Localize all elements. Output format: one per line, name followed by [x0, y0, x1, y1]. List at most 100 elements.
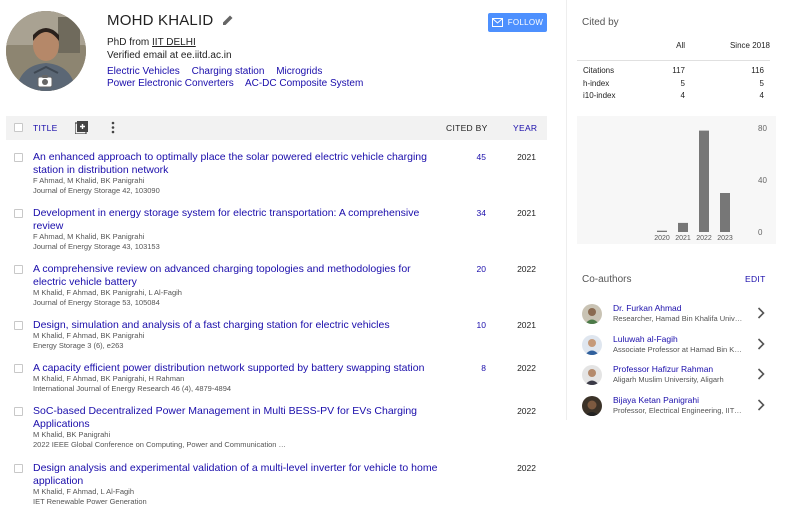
article-year: 2022 [517, 264, 536, 274]
article-authors: F Ahmad, M Khalid, BK Panigrahi [33, 232, 145, 241]
article-title[interactable]: A capacity efficient power distribution … [33, 362, 443, 375]
sort-by-year[interactable]: YEAR [513, 123, 537, 133]
research-interests: Electric Vehicles Charging station Micro… [107, 66, 467, 90]
article-year: 2022 [517, 463, 536, 473]
article-checkbox[interactable] [14, 153, 23, 162]
article-authors: M Khalid, F Ahmad, BK Panigrahi, H Rahma… [33, 374, 185, 383]
coauthor-affiliation: Professor, Electrical Engineering, IIT D… [613, 406, 743, 415]
interest-link[interactable]: Power Electronic Converters [107, 78, 234, 89]
article-authors: M Khalid, BK Panigrahi [33, 430, 111, 439]
cited-by-count[interactable]: 34 [446, 208, 486, 218]
article-title[interactable]: Development in energy storage system for… [33, 207, 443, 232]
coauthor-name: Dr. Furkan Ahmad [613, 303, 682, 313]
sort-by-title[interactable]: TITLE [33, 123, 58, 133]
article-title[interactable]: SoC-based Decentralized Power Management… [33, 405, 443, 430]
coauthor-item[interactable]: Professor Hafizur Rahman Aligarh Muslim … [582, 364, 772, 390]
coauthor-affiliation: Associate Professor at Hamad Bin Khalifa… [613, 345, 743, 354]
article-checkbox[interactable] [14, 464, 23, 473]
camera-icon[interactable] [37, 74, 53, 88]
stat-since: 116 [751, 66, 764, 75]
article-title[interactable]: An enhanced approach to optimally place … [33, 151, 443, 176]
affiliation-prefix: PhD from [107, 37, 153, 48]
affiliation-link[interactable]: IIT DELHI [152, 37, 196, 48]
article-checkbox[interactable] [14, 321, 23, 330]
stats-row-h-index: h-index 5 5 [577, 77, 770, 90]
interest-link[interactable]: Microgrids [276, 66, 322, 77]
article-checkbox[interactable] [14, 209, 23, 218]
coauthor-item[interactable]: Dr. Furkan Ahmad Researcher, Hamad Bin K… [582, 303, 772, 329]
article-year: 2022 [517, 406, 536, 416]
stats-row-i10-index: i10-index 4 4 [577, 89, 770, 102]
article-venue: International Journal of Energy Research… [33, 384, 232, 393]
article-year: 2022 [517, 363, 536, 373]
interest-link[interactable]: Charging station [192, 66, 265, 77]
chart-bar[interactable] [657, 230, 667, 232]
articles-table-header: TITLE CITED BY YEAR [6, 116, 547, 140]
verified-email: Verified email at ee.iitd.ac.in [107, 50, 232, 61]
article-venue: Energy Storage 3 (6), e263 [33, 341, 124, 350]
coauthor-name: Luluwah al-Fagih [613, 334, 678, 344]
cited-by-count[interactable]: 8 [446, 363, 486, 373]
avatar [582, 365, 602, 385]
citations-per-year-chart: 0 40 80 2020 2021 2022 2023 [577, 116, 776, 244]
article-title[interactable]: Design analysis and experimental validat… [33, 462, 443, 487]
coauthor-item[interactable]: Bijaya Ketan Panigrahi Professor, Electr… [582, 395, 772, 421]
stat-all: 5 [680, 78, 685, 88]
chart-bar[interactable] [720, 193, 730, 232]
article-year: 2021 [517, 320, 536, 330]
y-tick-label: 0 [758, 228, 763, 237]
avatar [582, 335, 602, 355]
envelope-icon [491, 18, 503, 27]
interest-link[interactable]: AC-DC Composite System [245, 78, 363, 89]
y-tick-label: 40 [758, 176, 767, 185]
article-year: 2021 [517, 208, 536, 218]
stat-all: 4 [680, 91, 685, 100]
chevron-right-icon [757, 338, 765, 350]
coauthors-title: Co-authors [582, 274, 632, 285]
profile-name: MOHD KHALID [107, 12, 214, 29]
stat-since: 4 [759, 91, 764, 100]
article-year: 2021 [517, 152, 536, 162]
article-checkbox[interactable] [14, 265, 23, 274]
article-venue: Journal of Energy Storage 43, 103153 [33, 242, 160, 251]
stat-since: 5 [759, 78, 764, 88]
chevron-right-icon [757, 307, 765, 319]
edit-coauthors-link[interactable]: EDIT [745, 274, 766, 284]
article-checkbox[interactable] [14, 407, 23, 416]
citation-stats-table: All Since 2018 Citations 117 116 h-index… [577, 34, 770, 102]
add-article-icon[interactable] [75, 121, 88, 134]
cited-by-count[interactable]: 10 [446, 320, 486, 330]
pencil-icon[interactable] [222, 14, 234, 26]
cited-by-count[interactable]: 20 [446, 264, 486, 274]
follow-label: FOLLOW [507, 18, 544, 27]
x-tick-label: 2020 [654, 235, 670, 242]
article-authors: F Ahmad, M Khalid, BK Panigrahi [33, 176, 145, 185]
article-title[interactable]: Design, simulation and analysis of a fas… [33, 319, 443, 332]
cited-by-title: Cited by [582, 17, 619, 28]
avatar [582, 304, 602, 324]
x-tick-label: 2023 [717, 235, 733, 242]
article-venue: 2022 IEEE Global Conference on Computing… [33, 440, 287, 449]
interest-link[interactable]: Electric Vehicles [107, 66, 180, 77]
coauthor-item[interactable]: Luluwah al-Fagih Associate Professor at … [582, 334, 772, 360]
chart-bar[interactable] [678, 222, 688, 232]
article-checkbox[interactable] [14, 364, 23, 373]
article-title[interactable]: A comprehensive review on advanced charg… [33, 263, 443, 288]
follow-button[interactable]: FOLLOW [488, 13, 547, 32]
profile-affiliation: PhD from IIT DELHI [107, 37, 196, 48]
chevron-right-icon [757, 368, 765, 380]
article-authors: M Khalid, F Ahmad, BK Panigrahi, L Al-Fa… [33, 288, 182, 297]
stat-label: h-index [583, 78, 610, 88]
stat-all: 117 [672, 66, 685, 75]
more-vert-icon[interactable] [109, 121, 117, 134]
citations-bar-chart: 0 40 80 2020 2021 2022 2023 [654, 124, 767, 242]
coauthor-name: Bijaya Ketan Panigrahi [613, 395, 700, 405]
article-authors: M Khalid, F Ahmad, L Al-Fagih [33, 487, 135, 496]
chart-bar[interactable] [699, 130, 709, 232]
coauthor-name: Professor Hafizur Rahman [613, 364, 714, 374]
stat-label: i10-index [583, 91, 616, 100]
cited-by-count[interactable]: 45 [446, 152, 486, 162]
select-all-checkbox[interactable] [14, 123, 23, 132]
article-authors: M Khalid, F Ahmad, BK Panigrahi [33, 331, 145, 340]
article-venue: Journal of Energy Storage 42, 103090 [33, 186, 160, 195]
